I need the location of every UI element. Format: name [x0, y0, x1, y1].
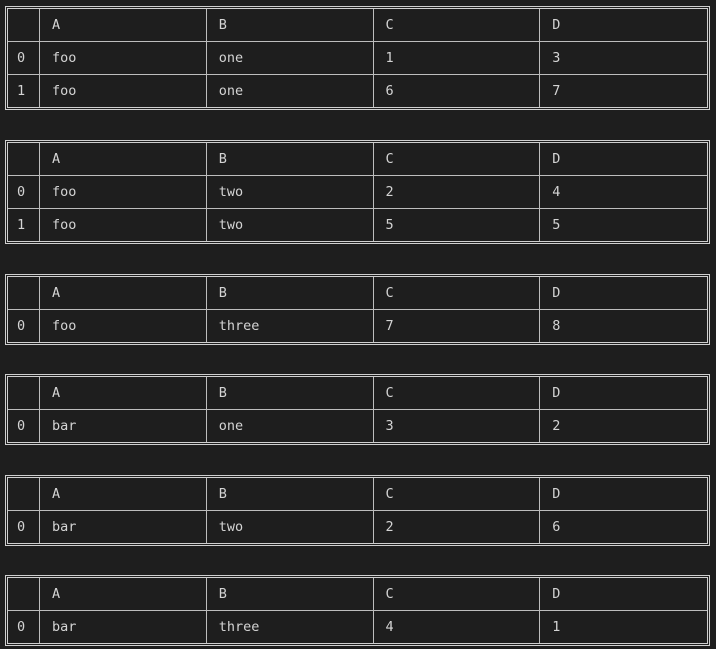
column-header: D — [540, 578, 707, 611]
table-cell: foo — [40, 42, 207, 75]
column-header: B — [206, 143, 374, 176]
row-index: 0 — [8, 410, 40, 442]
table-cell: 6 — [552, 519, 561, 535]
table-cell: 1 — [552, 619, 561, 635]
table-cell: 6 — [374, 75, 541, 107]
row-index: 0 — [8, 42, 40, 75]
table-cell: foo — [40, 176, 207, 209]
table-cell: 7 — [552, 83, 561, 99]
index-header-cell — [8, 377, 40, 410]
table-cell: two — [207, 209, 374, 241]
index-header-cell — [8, 277, 40, 310]
table-row: 0 foo one 1 3 — [8, 42, 707, 75]
table-cell: bar — [40, 611, 207, 643]
dataframe-table-4: A B C D 0 bar one 3 2 — [5, 374, 710, 445]
header-row: A B C D — [8, 9, 707, 42]
dataframe-table-3: A B C D 0 foo three 7 8 — [5, 274, 710, 345]
table-cell: 4 — [540, 176, 707, 209]
table-cell: 5 — [374, 209, 541, 241]
column-header: A — [40, 143, 207, 176]
row-index: 0 — [8, 310, 40, 342]
table-row: 0 bar one 3 2 — [8, 410, 707, 442]
table-row: 0 bar two 2 6 — [8, 511, 707, 543]
column-header: B — [206, 277, 374, 310]
table-cell: 3 — [540, 42, 707, 75]
table-cell: one — [207, 75, 374, 107]
dataframe-table-5: A B C D 0 bar two 2 6 — [5, 475, 710, 546]
table-row: 0 foo two 2 4 — [8, 176, 707, 209]
column-header: A — [40, 9, 207, 42]
header-row: A B C D — [8, 377, 707, 410]
table-row: 0 bar three 4 1 — [8, 611, 707, 643]
column-header: D — [540, 143, 707, 176]
row-index: 0 — [8, 176, 40, 209]
table-cell: foo — [40, 209, 207, 241]
column-header: C — [373, 578, 541, 611]
table-cell: one — [206, 42, 374, 75]
row-index: 1 — [8, 209, 40, 241]
column-header: C — [373, 9, 541, 42]
table-cell: 2 — [373, 176, 541, 209]
column-header: C — [373, 143, 541, 176]
table-cell: 8 — [552, 318, 561, 334]
header-row: A B C D — [8, 277, 707, 310]
column-header: D — [540, 478, 707, 511]
table-cell: two — [206, 176, 374, 209]
table-cell: foo — [40, 310, 207, 342]
column-header: A — [40, 478, 207, 511]
row-index: 1 — [8, 75, 40, 107]
dataframe-table-1: A B C D 0 foo one 1 3 1 foo one 6 7 — [5, 6, 710, 110]
table-cell: three — [207, 611, 374, 643]
table-cell: 5 — [552, 217, 561, 233]
table-row: 1 foo two 5 5 — [8, 209, 707, 241]
column-header: A — [40, 377, 207, 410]
index-header-cell — [8, 578, 40, 611]
index-header-cell — [8, 9, 40, 42]
column-header: D — [540, 9, 707, 42]
table-row: 0 foo three 7 8 — [8, 310, 707, 342]
table-cell: bar — [40, 410, 207, 442]
row-index: 0 — [8, 511, 40, 543]
column-header: B — [206, 578, 374, 611]
table-cell: bar — [40, 511, 207, 543]
table-cell: three — [207, 310, 374, 342]
column-header: A — [40, 277, 207, 310]
column-header: D — [540, 377, 707, 410]
table-cell: two — [207, 511, 374, 543]
column-header: B — [206, 9, 374, 42]
table-cell: 2 — [374, 511, 541, 543]
row-index: 0 — [8, 611, 40, 643]
column-header: C — [373, 277, 541, 310]
table-row: 1 foo one 6 7 — [8, 75, 707, 107]
table-cell: 1 — [373, 42, 541, 75]
header-row: A B C D — [8, 143, 707, 176]
dataframe-table-6: A B C D 0 bar three 4 1 — [5, 575, 710, 646]
column-header: C — [373, 377, 541, 410]
column-header: C — [373, 478, 541, 511]
table-cell: foo — [40, 75, 207, 107]
table-cell: one — [207, 410, 374, 442]
index-header-cell — [8, 143, 40, 176]
dataframe-table-2: A B C D 0 foo two 2 4 1 foo two 5 5 — [5, 140, 710, 244]
column-header: A — [40, 578, 207, 611]
table-cell: 7 — [374, 310, 541, 342]
table-cell: 4 — [374, 611, 541, 643]
column-header: D — [540, 277, 707, 310]
header-row: A B C D — [8, 578, 707, 611]
index-header-cell — [8, 478, 40, 511]
header-row: A B C D — [8, 478, 707, 511]
column-header: B — [206, 478, 374, 511]
column-header: B — [206, 377, 374, 410]
table-cell: 2 — [552, 418, 561, 434]
table-cell: 3 — [374, 410, 541, 442]
